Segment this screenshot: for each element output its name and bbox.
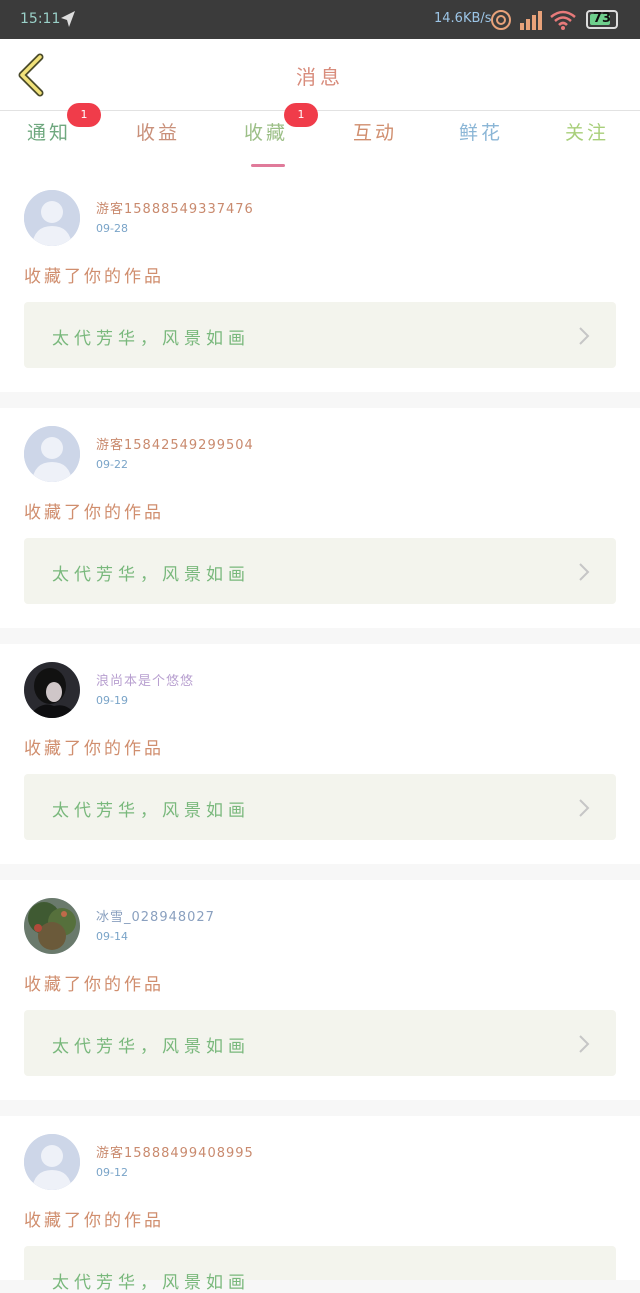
status-time: 15:11 [20,11,61,27]
list-item[interactable]: 浪尚本是个悠悠 09-19 收藏了你的作品 太代芳华，风景如画 [0,644,640,864]
work-title: 太代芳华，风景如画 [52,801,250,821]
avatar[interactable] [24,898,80,954]
list-item[interactable]: 游客15888549337476 09-28 收藏了你的作品 太代芳华，风景如画 [0,172,640,392]
navigation-arrow-icon [61,11,75,27]
network-speed: 14.6KB/s [434,11,492,26]
tab-label: 收益 [135,122,180,144]
chevron-right-icon [579,799,590,817]
work-title: 太代芳华，风景如画 [52,1273,250,1293]
header: 消息 [0,39,640,111]
work-link[interactable]: 太代芳华，风景如画 [24,538,616,604]
chevron-right-icon [579,327,590,345]
tab-label: 互动 [352,122,397,144]
battery-level: 73 [592,11,612,26]
tree-avatar-image [24,898,80,954]
date: 09-14 [96,930,128,943]
wifi-icon [550,10,576,30]
date: 09-28 [96,222,128,235]
avatar[interactable] [24,190,80,246]
status-bar: 15:11 14.6KB/s 73 [0,0,640,39]
work-title: 太代芳华，风景如画 [52,329,250,349]
action-text: 收藏了你的作品 [24,267,164,287]
default-avatar-icon [24,1134,80,1190]
tab-label: 关注 [564,122,609,144]
date: 09-12 [96,1166,128,1179]
signal-icon [520,11,542,30]
username: 游客15888549337476 [96,202,254,217]
list-item[interactable]: 游客15842549299504 09-22 收藏了你的作品 太代芳华，风景如画 [0,408,640,628]
date: 09-22 [96,458,128,471]
username: 游客15888499408995 [96,1146,254,1161]
avatar[interactable] [24,1134,80,1190]
favorites-badge: 1 [284,103,318,127]
hotspot-icon [491,10,511,30]
tab-interactions[interactable]: 互动 [338,119,412,167]
work-link[interactable]: 太代芳华，风景如画 [24,302,616,368]
username: 游客15842549299504 [96,438,254,453]
tab-label: 鲜花 [458,122,503,144]
battery-icon: 73 [586,10,618,29]
work-title: 太代芳华，风景如画 [52,565,250,585]
tab-follows[interactable]: 关注 [550,119,624,167]
username: 浪尚本是个悠悠 [96,674,195,689]
work-link[interactable]: 太代芳华，风景如画 [24,774,616,840]
action-text: 收藏了你的作品 [24,1211,164,1231]
default-avatar-icon [24,426,80,482]
chevron-right-icon [579,563,590,581]
work-link[interactable]: 太代芳华，风景如画 [24,1010,616,1076]
chevron-right-icon [579,1035,590,1053]
action-text: 收藏了你的作品 [24,975,164,995]
avatar[interactable] [24,662,80,718]
portrait-avatar-image [24,662,80,718]
default-avatar-icon [24,190,80,246]
avatar[interactable] [24,426,80,482]
action-text: 收藏了你的作品 [24,739,164,759]
tab-earnings[interactable]: 收益 [121,119,195,167]
action-text: 收藏了你的作品 [24,503,164,523]
date: 09-19 [96,694,128,707]
work-title: 太代芳华，风景如画 [52,1037,250,1057]
tab-flowers[interactable]: 鲜花 [444,119,518,167]
list-item[interactable]: 冰雪_028948027 09-14 收藏了你的作品 太代芳华，风景如画 [0,880,640,1100]
notification-badge: 1 [67,103,101,127]
work-link[interactable]: 太代芳华，风景如画 [24,1246,616,1293]
username: 冰雪_028948027 [96,910,215,925]
active-tab-indicator [251,164,285,167]
page-title: 消息 [296,65,344,89]
list-item[interactable]: 游客15888499408995 09-12 收藏了你的作品 太代芳华，风景如画 [0,1116,640,1293]
